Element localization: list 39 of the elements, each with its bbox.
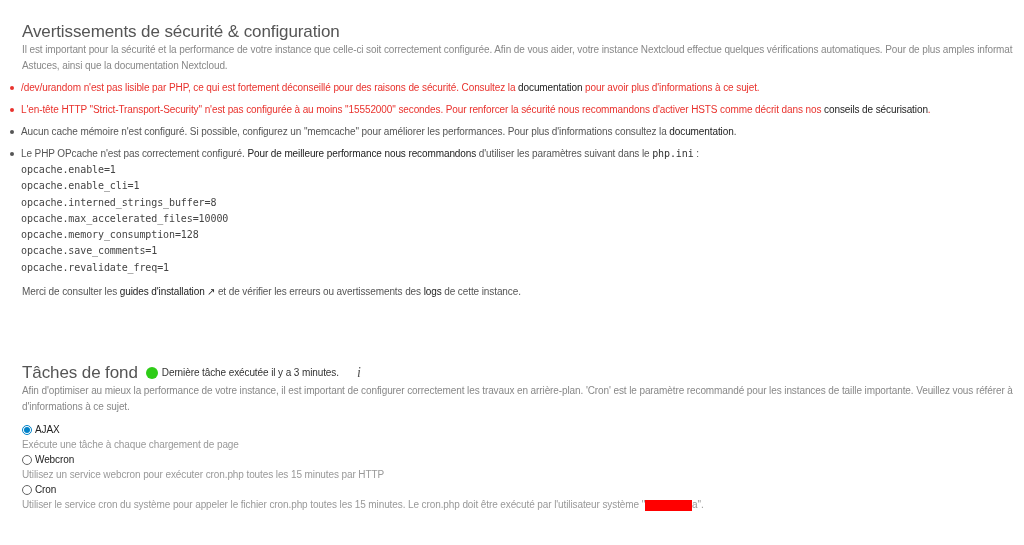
bullet-icon <box>10 86 14 90</box>
bullet-icon <box>10 152 14 156</box>
link[interactable]: documentation <box>669 126 734 137</box>
bullet-icon <box>10 108 14 112</box>
code-line: opcache.revalidate_freq=1 <box>21 260 169 276</box>
code-line: opcache.save_comments=1 <box>21 244 158 259</box>
radio-option[interactable]: AJAX <box>22 423 60 438</box>
link[interactable]: logs <box>423 286 442 298</box>
radio-option[interactable]: Webcron <box>22 453 75 468</box>
bullet-icon <box>10 130 14 134</box>
link[interactable]: guides d'installation ↗ <box>119 286 216 298</box>
warning-text: /dev/urandom n'est pas lisible par PHP, ce qui est fortement déconseillé pour des raisons de sécurité. Consultez la documentation pour avoir plus d'informations à ce sujet. <box>21 81 760 95</box>
status-text: Dernière tâche exécutée il y a 3 minutes. <box>161 366 339 381</box>
code-line: opcache.enable_cli=1 <box>21 179 140 194</box>
redaction-block <box>645 499 693 511</box>
warning-text: Aucun cache mémoire n'est configuré. Si possible, configurez un "memcache" pour améliorer les performances. Pour plus d'informations consultez la documentation. <box>21 125 737 139</box>
section-title: Tâches de fond <box>22 362 138 383</box>
description-text: Afin d'optimiser au mieux la performance de votre instance, il est important de configurer correctement les travaux en arrière-plan. 'Cron' est le paramètre recommandé pour les instances de taille importante. Veuillez vous référer à <box>22 384 1013 399</box>
radio-option[interactable]: Cron <box>22 483 57 498</box>
option-hint: Utilisez un service webcron pour exécuter cron.php toutes les 15 minutes par HTTP <box>22 468 385 483</box>
code-line: opcache.interned_strings_buffer=8 <box>21 195 217 211</box>
code-line: opcache.memory_consumption=128 <box>21 228 199 243</box>
info-icon[interactable]: i <box>356 362 361 384</box>
link[interactable]: conseils de sécurisation <box>824 104 928 115</box>
code-line: opcache.enable=1 <box>21 163 116 177</box>
warning-text: Le PHP OPcache n'est pas correctement configuré. Pour de meilleure performance nous recommandons d'utiliser les paramètres suivant dans le php.ini : <box>21 147 699 161</box>
intro-text: Astuces, ainsi que la documentation Nextcloud. <box>22 59 228 73</box>
option-hint: a". <box>692 498 704 513</box>
code-text: php.ini <box>652 148 694 159</box>
link[interactable]: documentation <box>518 82 583 93</box>
section-title: Avertissements de sécurité & configuration <box>22 22 340 42</box>
code-line: opcache.max_accelerated_files=10000 <box>21 211 229 227</box>
link[interactable]: Pour de meilleure performance nous recommandons <box>247 148 477 159</box>
footer-text: Merci de consulter les guides d'installation ↗ et de vérifier les erreurs ou avertissements des logs de cette instance. <box>22 285 521 300</box>
option-hint: Exécute une tâche à chaque chargement de page <box>22 438 239 453</box>
intro-text: Il est important pour la sécurité et la performance de votre instance que celle-ci soit correctement configurée. Afin de vous aider, votre instance Nextcloud effectue quelques vérifications automatiques. Pour de plus amples informat <box>22 43 1013 57</box>
description-text: d'informations à ce sujet. <box>22 400 130 415</box>
option-hint: Utiliser le service cron du système pour appeler le fichier cron.php toutes les 15 minutes. Le cron.php doit être exécuté par l'utilisateur système " <box>22 498 646 513</box>
warning-text: L'en-tête HTTP "Strict-Transport-Security" n'est pas configurée à au moins "15552000" secondes. Pour renforcer la sécurité nous recommandons d'activer HSTS comme décrit dans nos conseils de sécurisation. <box>21 103 931 117</box>
